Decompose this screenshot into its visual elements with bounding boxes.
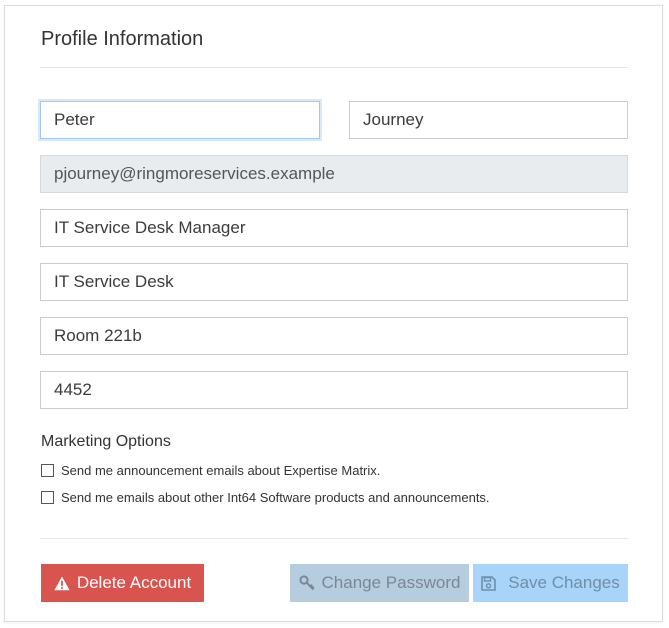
location-input[interactable] (40, 317, 628, 355)
page-title: Profile Information (41, 28, 204, 50)
last-name-input[interactable] (349, 101, 628, 139)
products-checkbox[interactable] (41, 491, 54, 504)
job-title-input[interactable] (40, 209, 628, 247)
actions-divider (40, 538, 628, 539)
first-name-input[interactable] (40, 101, 320, 139)
email-field (40, 155, 628, 193)
delete-account-label: Delete Account (76, 573, 192, 592)
change-password-label: Change Password (321, 573, 461, 592)
save-changes-button[interactable]: Save Changes (473, 564, 628, 602)
change-password-button[interactable]: Change Password (290, 564, 469, 602)
save-changes-label: Save Changes (508, 573, 620, 592)
delete-account-button[interactable]: Delete Account (41, 564, 204, 602)
floppy-disk-icon (481, 575, 497, 591)
key-icon (298, 575, 315, 591)
announcements-label: Send me announcement emails about Expert… (61, 463, 381, 478)
title-divider (40, 67, 628, 68)
marketing-option-announcements: Send me announcement emails about Expert… (41, 463, 380, 478)
department-input[interactable] (40, 263, 628, 301)
announcements-checkbox[interactable] (41, 464, 54, 477)
marketing-option-products: Send me emails about other Int64 Softwar… (41, 490, 490, 505)
products-label: Send me emails about other Int64 Softwar… (61, 490, 490, 505)
warning-icon (54, 576, 70, 590)
marketing-options-label: Marketing Options (41, 433, 171, 450)
profile-card: Profile Information Marketing Options Se… (4, 5, 663, 622)
extension-input[interactable] (40, 371, 628, 409)
